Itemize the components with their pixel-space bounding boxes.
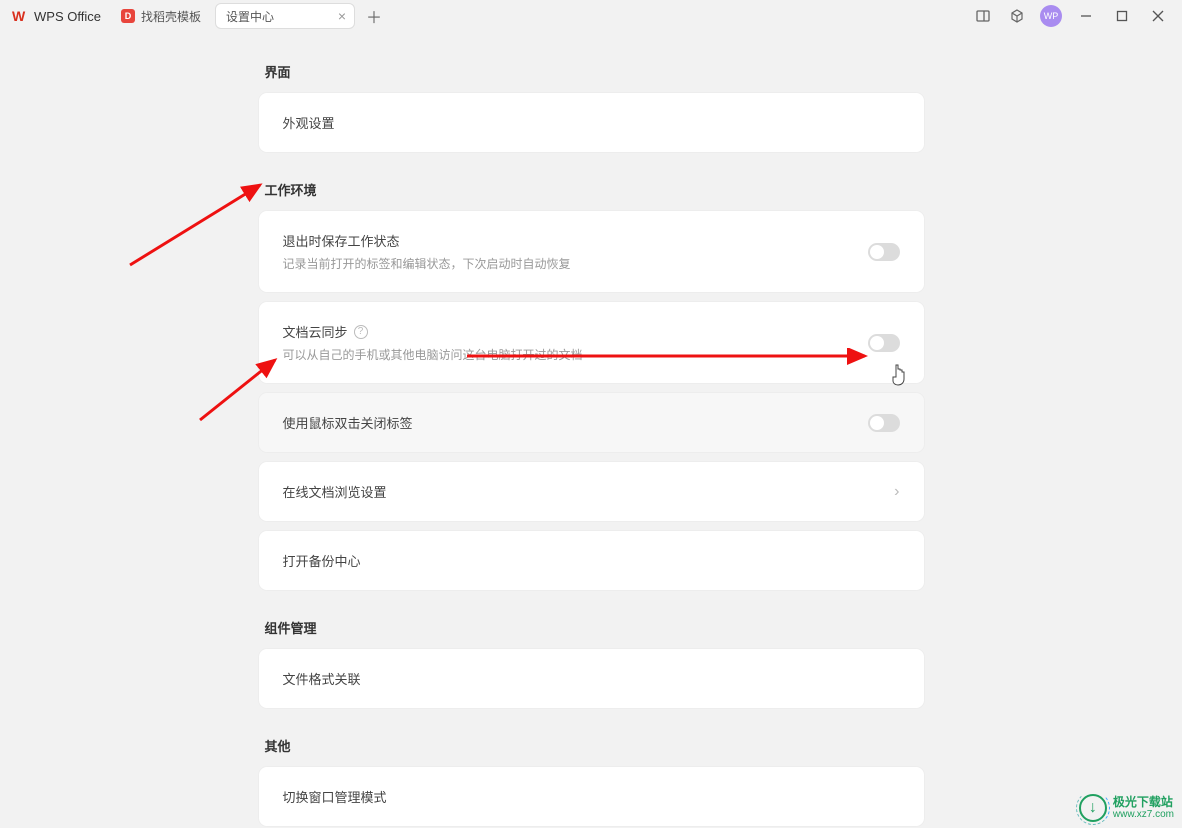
section-title-work-env: 工作环境 xyxy=(265,180,924,199)
card-file-format-association[interactable]: 文件格式关联 xyxy=(259,649,924,708)
toggle-save-work-state[interactable] xyxy=(868,243,900,261)
help-icon[interactable]: ? xyxy=(354,325,368,339)
minimize-button[interactable] xyxy=(1070,2,1102,30)
section-title-other: 其他 xyxy=(265,736,924,755)
add-tab-button[interactable]: ＋ xyxy=(361,3,387,29)
card-appearance-setting[interactable]: 外观设置 xyxy=(259,93,924,152)
tab-settings-center[interactable]: 设置中心 × xyxy=(215,3,355,29)
settings-wrap: 界面 外观设置 工作环境 退出时保存工作状态 记录当前打开的标签和编辑状态，下次… xyxy=(259,62,924,828)
cube-icon[interactable] xyxy=(1002,2,1032,30)
cursor-pointer-icon xyxy=(890,364,908,386)
card-online-doc-browse[interactable]: 在线文档浏览设置 › xyxy=(259,462,924,521)
panel-icon[interactable] xyxy=(968,2,998,30)
titlebar-right: WP xyxy=(968,2,1178,30)
card-title: 退出时保存工作状态 xyxy=(283,231,868,250)
card-title: 切换窗口管理模式 xyxy=(283,787,900,806)
card-title: 在线文档浏览设置 xyxy=(283,482,895,501)
card-subtitle: 记录当前打开的标签和编辑状态，下次启动时自动恢复 xyxy=(283,255,868,272)
toggle-double-click-close-tab[interactable] xyxy=(868,414,900,432)
card-window-manage-mode[interactable]: 切换窗口管理模式 xyxy=(259,767,924,826)
template-icon: D xyxy=(121,9,135,23)
content-area: 界面 外观设置 工作环境 退出时保存工作状态 记录当前打开的标签和编辑状态，下次… xyxy=(0,32,1182,828)
watermark-logo-icon: ↓ xyxy=(1079,794,1107,822)
card-subtitle: 可以从自己的手机或其他电脑访问这台电脑打开过的文档 xyxy=(283,346,868,363)
toggle-cloud-sync[interactable] xyxy=(868,334,900,352)
tab-label: 设置中心 xyxy=(226,8,274,25)
titlebar: W WPS Office D 找稻壳模板 设置中心 × ＋ WP xyxy=(0,0,1182,32)
card-cloud-sync: 文档云同步 ? 可以从自己的手机或其他电脑访问这台电脑打开过的文档 xyxy=(259,302,924,383)
app-brand-text: WPS Office xyxy=(34,9,101,24)
card-double-click-close-tab: 使用鼠标双击关闭标签 xyxy=(259,393,924,452)
wps-logo-icon: W xyxy=(12,8,28,24)
card-open-backup-center[interactable]: 打开备份中心 xyxy=(259,531,924,590)
card-title: 文件格式关联 xyxy=(283,669,900,688)
card-title: 使用鼠标双击关闭标签 xyxy=(283,413,868,432)
tab-templates[interactable]: D 找稻壳模板 xyxy=(111,3,211,29)
card-title: 外观设置 xyxy=(283,113,900,132)
card-title: 文档云同步 ? xyxy=(283,322,868,341)
watermark-url: www.xz7.com xyxy=(1113,809,1174,820)
avatar[interactable]: WP xyxy=(1040,5,1062,27)
card-save-work-state: 退出时保存工作状态 记录当前打开的标签和编辑状态，下次启动时自动恢复 xyxy=(259,211,924,292)
watermark: ↓ 极光下载站 www.xz7.com xyxy=(1079,794,1174,822)
card-title: 打开备份中心 xyxy=(283,551,900,570)
watermark-text: 极光下载站 xyxy=(1113,796,1173,809)
maximize-button[interactable] xyxy=(1106,2,1138,30)
tab-label: 找稻壳模板 xyxy=(141,8,201,25)
close-window-button[interactable] xyxy=(1142,2,1174,30)
section-title-ui: 界面 xyxy=(265,62,924,81)
app-brand: W WPS Office xyxy=(4,2,109,30)
section-title-components: 组件管理 xyxy=(265,618,924,637)
close-icon[interactable]: × xyxy=(334,8,350,24)
chevron-right-icon: › xyxy=(894,483,899,501)
